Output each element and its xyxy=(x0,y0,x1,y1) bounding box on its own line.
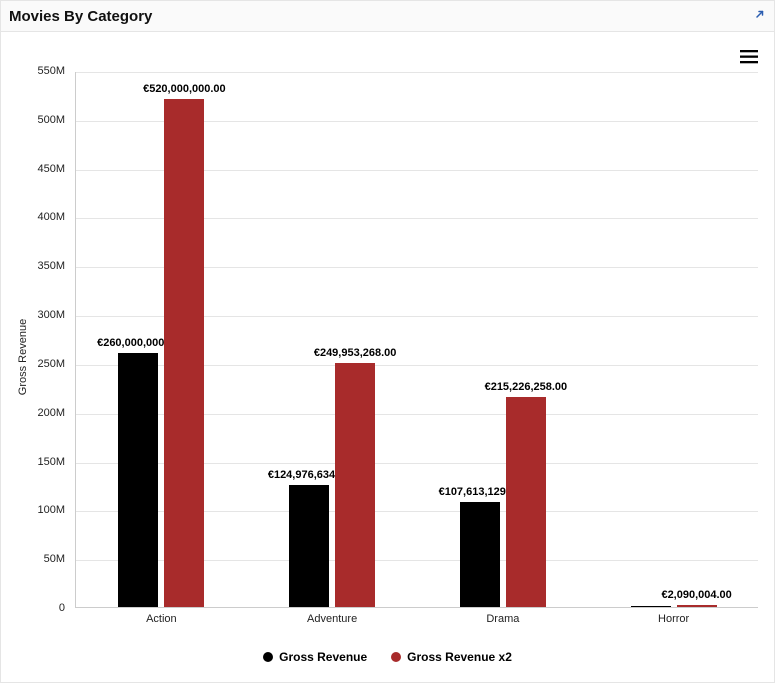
bar[interactable]: €107,613,129.00 xyxy=(460,502,500,607)
chart-card: Movies By Category Gross Revenue Action€… xyxy=(0,0,775,683)
bar[interactable]: €124,976,634.00 xyxy=(289,485,329,607)
gridline xyxy=(76,72,758,73)
x-tick-label: Adventure xyxy=(307,613,357,625)
y-tick-label: 500M xyxy=(9,114,65,126)
legend: Gross Revenue Gross Revenue x2 xyxy=(9,648,766,666)
bar[interactable]: €520,000,000.00 xyxy=(164,99,204,607)
open-in-new-icon[interactable] xyxy=(752,10,764,22)
bar-value-label: €2,090,004.00 xyxy=(661,589,731,601)
y-tick-label: 250M xyxy=(9,358,65,370)
y-tick-label: 550M xyxy=(9,65,65,77)
plot-area: Action€260,000,000.00€520,000,000.00Adve… xyxy=(75,72,758,608)
bar[interactable]: €2,090,004.00 xyxy=(677,605,717,607)
legend-swatch-icon xyxy=(391,652,401,662)
legend-label: Gross Revenue xyxy=(279,650,367,664)
card-header: Movies By Category xyxy=(1,1,774,32)
x-tick-label: Action xyxy=(146,613,177,625)
bar-value-label: €249,953,268.00 xyxy=(314,347,397,359)
bar[interactable]: €215,226,258.00 xyxy=(506,397,546,607)
y-tick-label: 350M xyxy=(9,260,65,272)
bar-value-label: €520,000,000.00 xyxy=(143,83,226,95)
bar[interactable]: €260,000,000.00 xyxy=(118,353,158,607)
chart-area: Gross Revenue Action€260,000,000.00€520,… xyxy=(9,40,766,674)
y-tick-label: 200M xyxy=(9,407,65,419)
y-tick-label: 150M xyxy=(9,456,65,468)
x-tick-label: Drama xyxy=(486,613,519,625)
y-tick-label: 100M xyxy=(9,504,65,516)
bar-value-label: €215,226,258.00 xyxy=(485,381,568,393)
bar[interactable] xyxy=(631,606,671,607)
legend-item-gross-revenue-x2[interactable]: Gross Revenue x2 xyxy=(391,650,512,664)
y-tick-label: 450M xyxy=(9,163,65,175)
legend-swatch-icon xyxy=(263,652,273,662)
y-tick-label: 50M xyxy=(9,553,65,565)
bar[interactable]: €249,953,268.00 xyxy=(335,363,375,607)
y-tick-label: 300M xyxy=(9,309,65,321)
card-title: Movies By Category xyxy=(9,8,152,25)
y-tick-label: 0 xyxy=(9,602,65,614)
legend-label: Gross Revenue x2 xyxy=(407,650,512,664)
x-tick-label: Horror xyxy=(658,613,689,625)
card-body: Gross Revenue Action€260,000,000.00€520,… xyxy=(1,32,774,682)
legend-item-gross-revenue[interactable]: Gross Revenue xyxy=(263,650,367,664)
y-tick-label: 400M xyxy=(9,211,65,223)
